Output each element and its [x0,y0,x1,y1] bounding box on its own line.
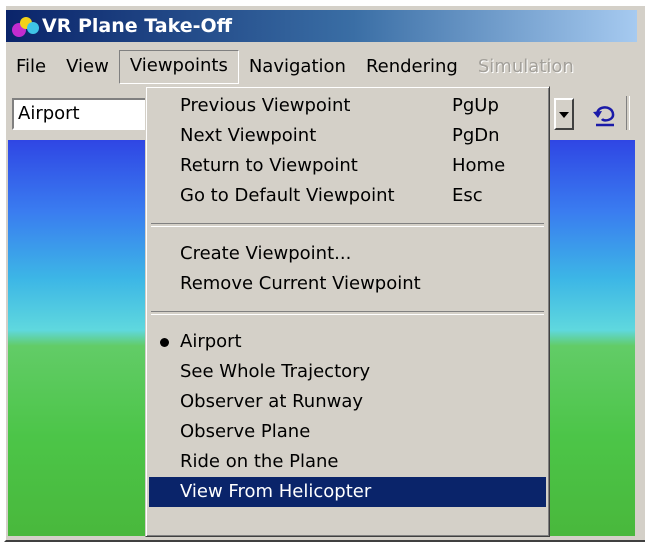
shortcut-label: Home [452,155,506,176]
menu-item-go-to-default-viewpoint[interactable]: Go to Default Viewpoint Esc [146,181,549,211]
menu-navigation[interactable]: Navigation [239,51,356,83]
menu-item-viewpoint-ride-on-the-plane[interactable]: Ride on the Plane [146,447,549,477]
menu-item-label: Observe Plane [180,421,311,442]
menu-item-label: Go to Default Viewpoint [180,185,395,206]
menu-item-label: Ride on the Plane [180,451,339,472]
window-title: VR Plane Take-Off [42,15,233,37]
menu-item-next-viewpoint[interactable]: Next Viewpoint PgDn [146,121,549,151]
menu-item-label: Return to Viewpoint [180,155,358,176]
app-logo-icon [10,13,40,39]
menu-item-label: Previous Viewpoint [180,95,351,116]
viewpoints-dropdown-menu: Previous Viewpoint PgUp Next Viewpoint P… [145,86,550,537]
menu-item-label: See Whole Trajectory [180,361,371,382]
menu-item-label: Airport [180,331,242,352]
menu-separator [151,311,544,315]
menu-item-create-viewpoint[interactable]: Create Viewpoint... [146,239,549,269]
menu-item-viewpoint-observer-at-runway[interactable]: Observer at Runway [146,387,549,417]
menu-bar: File View Viewpoints Navigation Renderin… [6,48,637,86]
undo-icon[interactable] [590,100,620,128]
radio-bullet-icon [160,338,169,347]
menu-separator [151,223,544,227]
menu-item-remove-current-viewpoint[interactable]: Remove Current Viewpoint [146,269,549,299]
shortcut-label: PgDn [452,125,500,146]
select-dropdown-arrow[interactable] [554,98,574,130]
menu-item-viewpoint-see-whole-trajectory[interactable]: See Whole Trajectory [146,357,549,387]
menu-simulation: Simulation [477,56,574,77]
menu-item-label: Remove Current Viewpoint [180,273,421,294]
menu-item-viewpoint-airport[interactable]: Airport [146,327,549,357]
menu-item-previous-viewpoint[interactable]: Previous Viewpoint PgUp [146,91,549,121]
title-bar[interactable]: VR Plane Take-Off [6,10,637,42]
menu-item-viewpoint-view-from-helicopter[interactable]: View From Helicopter [149,477,546,507]
menu-file[interactable]: File [6,51,56,83]
menu-item-label: Next Viewpoint [180,125,317,146]
menu-item-label: Observer at Runway [180,391,364,412]
menu-item-return-to-viewpoint[interactable]: Return to Viewpoint Home [146,151,549,181]
shortcut-label: Esc [452,185,483,206]
menu-view[interactable]: View [56,51,119,83]
shortcut-label: PgUp [452,95,499,116]
menu-item-label: View From Helicopter [180,481,372,502]
menu-viewpoints[interactable]: Viewpoints [118,50,239,84]
menu-rendering[interactable]: Rendering [356,51,468,83]
menu-item-label: Create Viewpoint... [180,243,352,264]
toolbar-separator [626,96,630,130]
menu-item-viewpoint-observe-plane[interactable]: Observe Plane [146,417,549,447]
viewpoint-select[interactable]: Airport [12,98,152,130]
